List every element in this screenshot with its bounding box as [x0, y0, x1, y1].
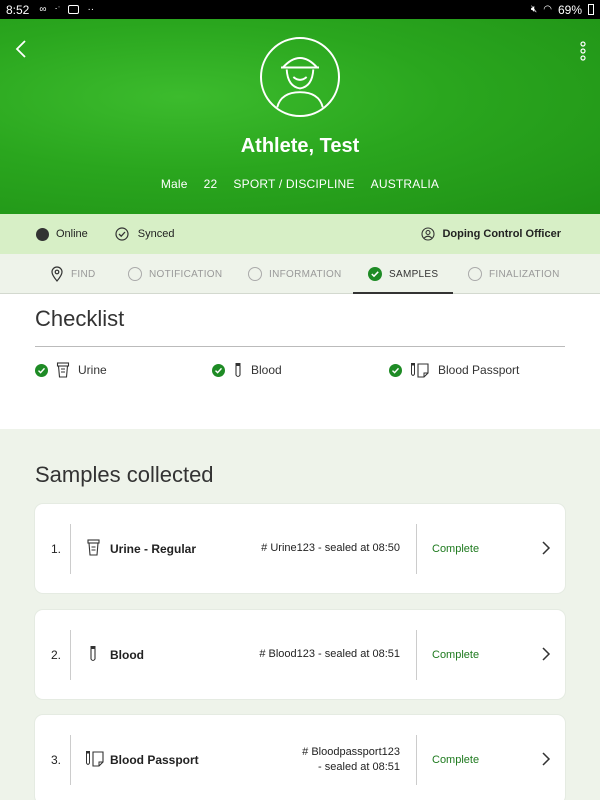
location-pin-icon: [51, 266, 63, 282]
tab-samples-label: SAMPLES: [389, 268, 439, 280]
athlete-country: AUSTRALIA: [370, 177, 440, 191]
check-circle-icon: [368, 267, 382, 281]
athlete-name: Athlete, Test: [240, 135, 360, 157]
battery-icon: [588, 4, 594, 15]
sample-card-blood[interactable]: 2. Blood # Blood123 - sealed at 08:51 Co…: [35, 610, 565, 699]
tab-samples[interactable]: SAMPLES: [353, 254, 454, 294]
divider: [416, 630, 417, 680]
sample-card-blood-passport[interactable]: 3. Blood Passport # Bloodpassport123 - s…: [35, 715, 565, 800]
checklist-item-urine: Urine: [35, 362, 107, 378]
urine-cup-icon: [56, 362, 70, 378]
sample-status: Complete: [432, 542, 480, 555]
athlete-avatar-icon: [260, 37, 340, 117]
divider: [70, 524, 71, 574]
tab-finalization-label: FINALIZATION: [489, 268, 560, 280]
sample-card-urine[interactable]: 1. Urine - Regular # Urine123 - sealed a…: [35, 504, 565, 593]
tab-information-label: INFORMATION: [269, 268, 342, 280]
synced-check-icon: [115, 227, 129, 241]
checklist-title: Checklist: [35, 306, 125, 331]
checklist-item-label: Blood: [251, 363, 282, 377]
athlete-age: 22: [203, 177, 218, 191]
link-icon: ∞: [39, 4, 47, 15]
system-status-bar: 8:52 ∞ ⋅ˑ ·· 🔇︎ ◠ 69%: [0, 0, 600, 19]
more-notifications-icon: ··: [87, 4, 95, 15]
sample-number: 3.: [51, 752, 62, 767]
officer-role[interactable]: Doping Control Officer: [421, 227, 561, 241]
online-indicator-icon: [36, 227, 49, 241]
tab-information[interactable]: INFORMATION: [248, 254, 342, 294]
blood-passport-icon: [86, 751, 104, 767]
seal-line: # Bloodpassport123: [302, 745, 400, 758]
check-circle-icon: [35, 363, 48, 377]
sample-seal-info: # Blood123 - sealed at 08:51: [259, 647, 400, 662]
check-circle-icon: [212, 363, 225, 377]
image-icon: [68, 5, 80, 14]
tab-find[interactable]: FIND: [50, 254, 96, 294]
tab-find-label: FIND: [71, 268, 96, 280]
divider: [416, 524, 417, 574]
checklist-item-label: Urine: [78, 363, 107, 377]
step-circle-icon: [468, 267, 482, 281]
back-arrow-icon[interactable]: [12, 37, 32, 61]
sample-status: Complete: [432, 753, 480, 766]
tab-finalization[interactable]: FINALIZATION: [468, 254, 560, 294]
blood-tube-icon: [235, 363, 241, 378]
sample-seal-info: # Bloodpassport123 - sealed at 08:51: [302, 745, 400, 775]
seal-line: # Urine123 - sealed at 08:50: [261, 542, 400, 554]
divider: [70, 735, 71, 785]
online-label: Online: [56, 228, 88, 240]
clock: 8:52: [6, 2, 30, 17]
step-circle-icon: [128, 267, 142, 281]
athlete-gender: Male: [160, 177, 188, 191]
sample-number: 2.: [51, 647, 62, 662]
chevron-right-icon: [542, 647, 551, 661]
officer-role-label: Doping Control Officer: [442, 228, 561, 240]
samples-section-title: Samples collected: [35, 462, 214, 487]
mute-icon: 🔇︎: [530, 4, 538, 15]
sample-name: Blood: [110, 647, 144, 662]
tab-notification-label: NOTIFICATION: [149, 268, 223, 280]
more-options-icon[interactable]: [578, 41, 588, 61]
tab-notification[interactable]: NOTIFICATION: [128, 254, 222, 294]
chevron-right-icon: [542, 541, 551, 555]
sample-name: Blood Passport: [110, 752, 199, 767]
blood-tube-icon: [90, 646, 96, 662]
step-tabs: FIND NOTIFICATION INFORMATION SAMPLES FI…: [0, 254, 600, 294]
chevron-right-icon: [542, 752, 551, 766]
checklist-item-blood: Blood: [212, 362, 282, 378]
sample-name: Urine - Regular: [110, 541, 197, 556]
sample-number: 1.: [51, 541, 62, 556]
seal-line: # Blood123 - sealed at 08:51: [259, 648, 400, 660]
athlete-header: Athlete, Test Male 22 SPORT / DISCIPLINE…: [0, 19, 600, 214]
urine-cup-icon: [87, 539, 100, 556]
athlete-meta: Male 22 SPORT / DISCIPLINE AUSTRALIA: [0, 177, 600, 191]
sample-status: Complete: [432, 648, 480, 661]
synced-label: Synced: [137, 228, 175, 240]
check-circle-icon: [389, 363, 402, 377]
seal-line: - sealed at 08:51: [318, 760, 400, 773]
notification-icon: ⋅ˑ: [54, 4, 61, 15]
battery-level: 69%: [557, 2, 582, 17]
checklist-panel: Checklist Urine Blood Blood Passport: [0, 294, 600, 429]
wifi-icon: ◠: [543, 4, 552, 15]
sample-seal-info: # Urine123 - sealed at 08:50: [261, 541, 400, 556]
checklist-item-blood-passport: Blood Passport: [389, 362, 519, 378]
step-circle-icon: [248, 267, 262, 281]
blood-passport-icon: [411, 363, 429, 378]
athlete-sport: SPORT / DISCIPLINE: [233, 177, 355, 191]
connection-status-bar: Online Synced Doping Control Officer: [0, 214, 600, 254]
divider: [70, 630, 71, 680]
divider: [35, 346, 565, 347]
checklist-item-label: Blood Passport: [438, 363, 520, 377]
user-circle-icon: [421, 227, 436, 241]
divider: [416, 735, 417, 785]
